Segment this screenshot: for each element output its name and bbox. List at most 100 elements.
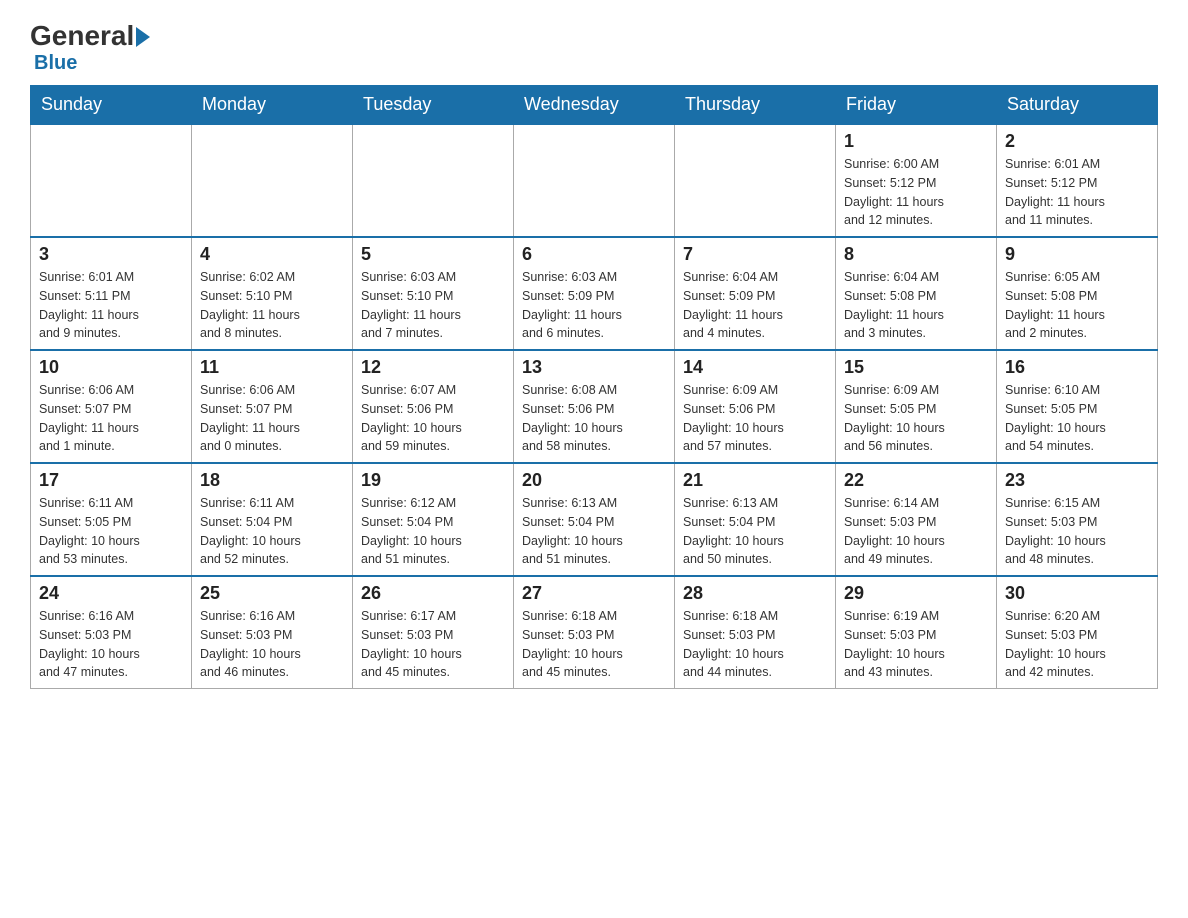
day-info: Sunrise: 6:12 AM Sunset: 5:04 PM Dayligh… — [361, 494, 505, 569]
calendar-cell: 12Sunrise: 6:07 AM Sunset: 5:06 PM Dayli… — [353, 350, 514, 463]
day-number: 17 — [39, 470, 183, 491]
calendar-cell: 7Sunrise: 6:04 AM Sunset: 5:09 PM Daylig… — [675, 237, 836, 350]
calendar-header-wednesday: Wednesday — [514, 86, 675, 125]
calendar-week-4: 17 Sunrise: 6:11 AM Sunset: 5:05 PM Dayli… — [31, 463, 1158, 576]
calendar-week-3: 10 Sunrise: 6:06 AM Sunset: 5:07 PM Dayli… — [31, 350, 1158, 463]
calendar-cell: 19 Sunrise: 6:12 AM Sunset: 5:04 PM Dayli… — [353, 463, 514, 576]
calendar-header-friday: Friday — [836, 86, 997, 125]
day-info: Sunrise: 6:11 AM Sunset: 5:04 PM Dayligh… — [200, 494, 344, 569]
calendar-cell — [31, 124, 192, 237]
calendar-header-monday: Monday — [192, 86, 353, 125]
day-info: Sunrise: 6:18 AM Sunset: 5:03 PM Dayligh… — [683, 607, 827, 682]
day-info: Sunrise: 6:13 AM Sunset: 5:04 PM Dayligh… — [522, 494, 666, 569]
day-info: Sunrise: 6:03 AM Sunset: 5:10 PM Dayligh… — [361, 268, 505, 343]
day-number: 14 — [683, 357, 827, 378]
page-header: General Blue — [30, 20, 1158, 75]
day-info: Sunrise: 6:04 AM Sunset: 5:08 PM Dayligh… — [844, 268, 988, 343]
calendar-header-tuesday: Tuesday — [353, 86, 514, 125]
day-info: Sunrise: 6:02 AM Sunset: 5:10 PM Dayligh… — [200, 268, 344, 343]
calendar-cell: 6 Sunrise: 6:03 AM Sunset: 5:09 PM Daylig… — [514, 237, 675, 350]
calendar-cell — [353, 124, 514, 237]
logo-general-text: General — [30, 20, 134, 52]
day-number: 10 — [39, 357, 183, 378]
calendar-cell: 3Sunrise: 6:01 AM Sunset: 5:11 PM Daylig… — [31, 237, 192, 350]
day-number: 22 — [844, 470, 988, 491]
logo-blue-text: Blue — [34, 52, 77, 75]
calendar-week-5: 24Sunrise: 6:16 AM Sunset: 5:03 PM Dayli… — [31, 576, 1158, 689]
day-info: Sunrise: 6:05 AM Sunset: 5:08 PM Dayligh… — [1005, 268, 1149, 343]
calendar-cell: 20 Sunrise: 6:13 AM Sunset: 5:04 PM Dayli… — [514, 463, 675, 576]
calendar-cell: 5 Sunrise: 6:03 AM Sunset: 5:10 PM Daylig… — [353, 237, 514, 350]
calendar-cell: 21 Sunrise: 6:13 AM Sunset: 5:04 PM Dayli… — [675, 463, 836, 576]
calendar-header-row: SundayMondayTuesdayWednesdayThursdayFrid… — [31, 86, 1158, 125]
day-number: 30 — [1005, 583, 1149, 604]
day-number: 9 — [1005, 244, 1149, 265]
day-number: 19 — [361, 470, 505, 491]
day-info: Sunrise: 6:00 AM Sunset: 5:12 PM Dayligh… — [844, 155, 988, 230]
calendar-cell — [192, 124, 353, 237]
calendar-cell: 27 Sunrise: 6:18 AM Sunset: 5:03 PM Dayli… — [514, 576, 675, 689]
day-number: 15 — [844, 357, 988, 378]
day-number: 7 — [683, 244, 827, 265]
calendar-cell — [675, 124, 836, 237]
day-number: 4 — [200, 244, 344, 265]
calendar-cell: 4 Sunrise: 6:02 AM Sunset: 5:10 PM Daylig… — [192, 237, 353, 350]
day-number: 18 — [200, 470, 344, 491]
calendar-cell: 10Sunrise: 6:06 AM Sunset: 5:07 PM Dayli… — [31, 350, 192, 463]
day-info: Sunrise: 6:16 AM Sunset: 5:03 PM Dayligh… — [200, 607, 344, 682]
day-number: 16 — [1005, 357, 1149, 378]
day-info: Sunrise: 6:18 AM Sunset: 5:03 PM Dayligh… — [522, 607, 666, 682]
day-number: 12 — [361, 357, 505, 378]
calendar-cell: 22Sunrise: 6:14 AM Sunset: 5:03 PM Dayli… — [836, 463, 997, 576]
day-info: Sunrise: 6:17 AM Sunset: 5:03 PM Dayligh… — [361, 607, 505, 682]
calendar-cell: 8 Sunrise: 6:04 AM Sunset: 5:08 PM Daylig… — [836, 237, 997, 350]
calendar-cell: 13Sunrise: 6:08 AM Sunset: 5:06 PM Dayli… — [514, 350, 675, 463]
day-number: 1 — [844, 131, 988, 152]
day-info: Sunrise: 6:19 AM Sunset: 5:03 PM Dayligh… — [844, 607, 988, 682]
calendar-cell: 14 Sunrise: 6:09 AM Sunset: 5:06 PM Dayli… — [675, 350, 836, 463]
logo: General Blue — [30, 20, 150, 75]
day-number: 29 — [844, 583, 988, 604]
day-number: 5 — [361, 244, 505, 265]
day-info: Sunrise: 6:13 AM Sunset: 5:04 PM Dayligh… — [683, 494, 827, 569]
day-info: Sunrise: 6:06 AM Sunset: 5:07 PM Dayligh… — [200, 381, 344, 456]
calendar-header-saturday: Saturday — [997, 86, 1158, 125]
day-number: 26 — [361, 583, 505, 604]
calendar-header-sunday: Sunday — [31, 86, 192, 125]
calendar-cell: 2Sunrise: 6:01 AM Sunset: 5:12 PM Daylig… — [997, 124, 1158, 237]
calendar-cell: 23 Sunrise: 6:15 AM Sunset: 5:03 PM Dayli… — [997, 463, 1158, 576]
calendar-header-thursday: Thursday — [675, 86, 836, 125]
calendar-week-2: 3Sunrise: 6:01 AM Sunset: 5:11 PM Daylig… — [31, 237, 1158, 350]
calendar-week-1: 1 Sunrise: 6:00 AM Sunset: 5:12 PM Daylig… — [31, 124, 1158, 237]
day-number: 13 — [522, 357, 666, 378]
day-number: 6 — [522, 244, 666, 265]
logo-arrow-icon — [136, 27, 150, 47]
day-number: 20 — [522, 470, 666, 491]
calendar-cell: 17 Sunrise: 6:11 AM Sunset: 5:05 PM Dayli… — [31, 463, 192, 576]
day-info: Sunrise: 6:10 AM Sunset: 5:05 PM Dayligh… — [1005, 381, 1149, 456]
day-info: Sunrise: 6:09 AM Sunset: 5:06 PM Dayligh… — [683, 381, 827, 456]
day-number: 2 — [1005, 131, 1149, 152]
calendar-cell: 30 Sunrise: 6:20 AM Sunset: 5:03 PM Dayli… — [997, 576, 1158, 689]
calendar-cell: 25 Sunrise: 6:16 AM Sunset: 5:03 PM Dayli… — [192, 576, 353, 689]
calendar-cell: 24Sunrise: 6:16 AM Sunset: 5:03 PM Dayli… — [31, 576, 192, 689]
calendar-cell: 15 Sunrise: 6:09 AM Sunset: 5:05 PM Dayli… — [836, 350, 997, 463]
day-info: Sunrise: 6:20 AM Sunset: 5:03 PM Dayligh… — [1005, 607, 1149, 682]
day-number: 21 — [683, 470, 827, 491]
day-number: 3 — [39, 244, 183, 265]
calendar-cell: 9 Sunrise: 6:05 AM Sunset: 5:08 PM Daylig… — [997, 237, 1158, 350]
day-info: Sunrise: 6:11 AM Sunset: 5:05 PM Dayligh… — [39, 494, 183, 569]
calendar-table: SundayMondayTuesdayWednesdayThursdayFrid… — [30, 85, 1158, 689]
day-number: 25 — [200, 583, 344, 604]
day-number: 8 — [844, 244, 988, 265]
calendar-cell: 16 Sunrise: 6:10 AM Sunset: 5:05 PM Dayli… — [997, 350, 1158, 463]
day-info: Sunrise: 6:15 AM Sunset: 5:03 PM Dayligh… — [1005, 494, 1149, 569]
day-number: 23 — [1005, 470, 1149, 491]
day-number: 28 — [683, 583, 827, 604]
day-number: 27 — [522, 583, 666, 604]
day-info: Sunrise: 6:16 AM Sunset: 5:03 PM Dayligh… — [39, 607, 183, 682]
calendar-cell: 29 Sunrise: 6:19 AM Sunset: 5:03 PM Dayli… — [836, 576, 997, 689]
day-info: Sunrise: 6:09 AM Sunset: 5:05 PM Dayligh… — [844, 381, 988, 456]
calendar-cell: 18 Sunrise: 6:11 AM Sunset: 5:04 PM Dayli… — [192, 463, 353, 576]
day-info: Sunrise: 6:03 AM Sunset: 5:09 PM Dayligh… — [522, 268, 666, 343]
